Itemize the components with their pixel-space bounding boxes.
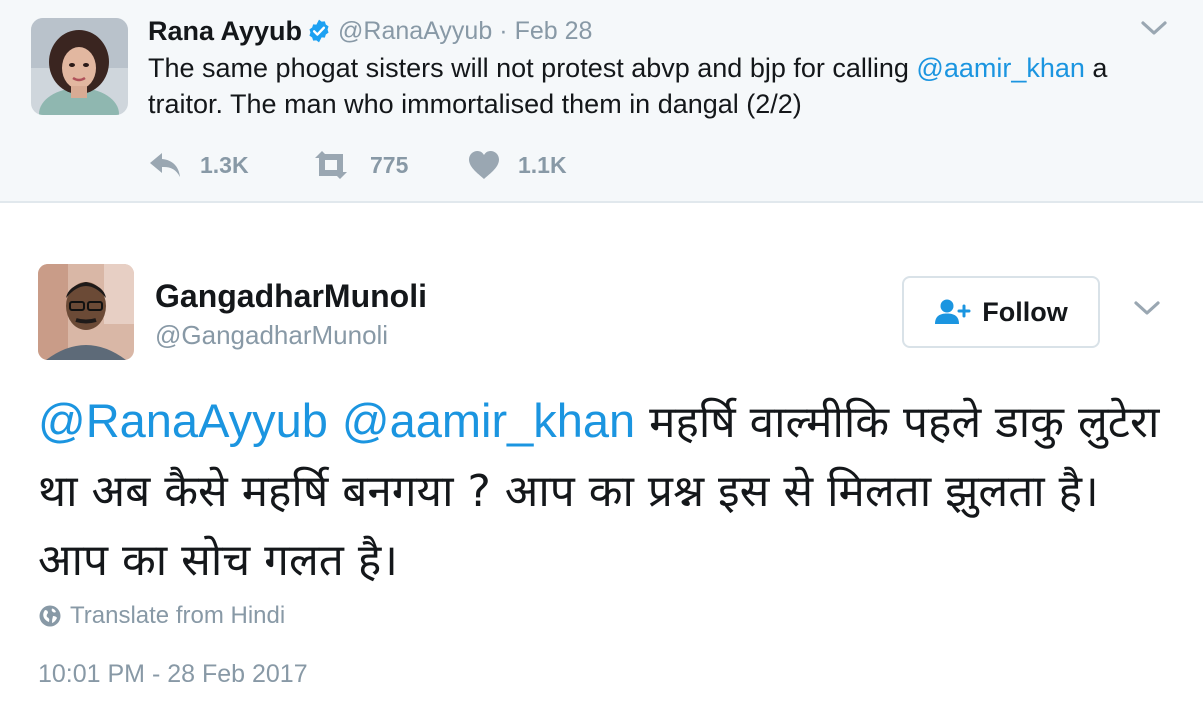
mention-link[interactable]: @RanaAyyub bbox=[38, 394, 328, 447]
parent-tweet[interactable]: Rana Ayyub @RanaAyyub · Feb 28 The same … bbox=[0, 0, 1203, 203]
author-handle[interactable]: @RanaAyyub bbox=[338, 17, 492, 46]
tweet-text: The same phogat sisters will not protest… bbox=[148, 50, 1178, 122]
reply-button[interactable]: 1.3K bbox=[148, 151, 310, 179]
author-name[interactable]: GangadharMunoli bbox=[155, 278, 427, 315]
chevron-down-icon[interactable] bbox=[1140, 18, 1168, 38]
add-user-icon bbox=[935, 299, 971, 324]
follow-label: Follow bbox=[982, 296, 1068, 327]
tweet-actions: 1.3K 775 1.1K bbox=[148, 145, 567, 185]
verified-badge-icon bbox=[306, 18, 332, 44]
tweet-text: @RanaAyyub @aamir_khan महर्षि वाल्मीकि प… bbox=[38, 386, 1178, 595]
tweet-timestamp[interactable]: 10:01 PM - 28 Feb 2017 bbox=[38, 660, 308, 689]
tweet-text-start: The same phogat sisters will not protest… bbox=[148, 53, 917, 83]
like-count: 1.1K bbox=[518, 151, 567, 178]
retweet-icon bbox=[315, 151, 347, 179]
mention-link[interactable]: @aamir_khan bbox=[916, 53, 1085, 83]
heart-icon bbox=[469, 151, 499, 179]
retweet-button[interactable]: 775 bbox=[310, 150, 468, 180]
author-name[interactable]: Rana Ayyub bbox=[148, 16, 302, 47]
tweet-header: Rana Ayyub @RanaAyyub · Feb 28 bbox=[148, 14, 592, 48]
chevron-down-icon[interactable] bbox=[1133, 298, 1161, 318]
header-separator: · bbox=[499, 16, 508, 45]
retweet-count: 775 bbox=[370, 151, 409, 178]
follow-button[interactable]: Follow bbox=[902, 276, 1100, 348]
author-avatar[interactable] bbox=[38, 264, 134, 360]
author-handle[interactable]: @GangadharMunoli bbox=[155, 320, 388, 351]
translate-label: Translate from Hindi bbox=[70, 602, 286, 629]
globe-icon bbox=[39, 605, 61, 627]
author-avatar[interactable] bbox=[31, 18, 128, 115]
like-button[interactable]: 1.1K bbox=[468, 150, 567, 180]
tweet-date[interactable]: Feb 28 bbox=[515, 17, 593, 46]
reply-count: 1.3K bbox=[200, 151, 249, 178]
translate-link[interactable]: Translate from Hindi bbox=[38, 600, 285, 632]
reply-icon bbox=[150, 153, 180, 177]
mention-link[interactable]: @aamir_khan bbox=[342, 394, 635, 447]
